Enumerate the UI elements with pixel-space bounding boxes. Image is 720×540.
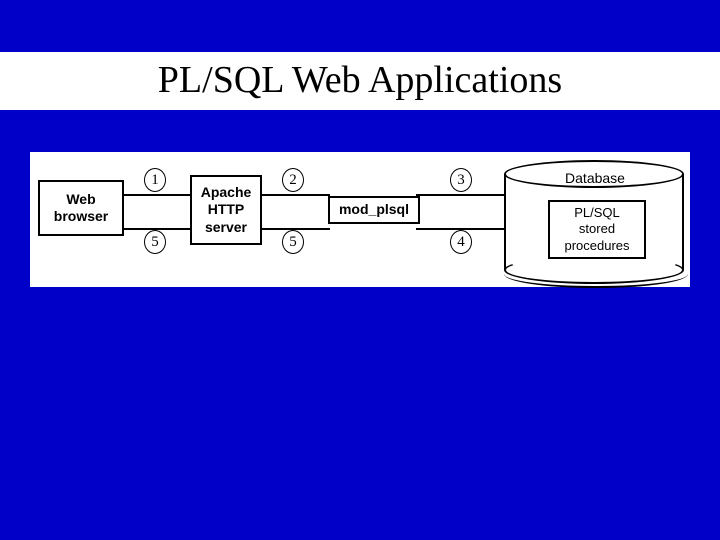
apache-label: ApacheHTTPserver xyxy=(201,184,252,237)
web-browser-box: Webbrowser xyxy=(38,180,124,236)
database-label: Database xyxy=(504,170,686,186)
architecture-diagram: Webbrowser ApacheHTTPserver mod_plsql 1 … xyxy=(30,152,690,287)
step-1: 1 xyxy=(144,168,166,192)
step-4: 4 xyxy=(450,230,472,254)
connector-line xyxy=(120,194,192,196)
plsql-stored-procedures-label: PL/SQLstoredprocedures xyxy=(564,205,629,253)
mod-plsql-box: mod_plsql xyxy=(328,196,420,224)
step-5: 5 xyxy=(144,230,166,254)
step-2: 2 xyxy=(282,168,304,192)
connector-line xyxy=(258,194,330,196)
web-browser-label: Webbrowser xyxy=(54,191,108,226)
plsql-stored-procedures-box: PL/SQLstoredprocedures xyxy=(548,200,646,259)
step-3: 3 xyxy=(450,168,472,192)
connector-line xyxy=(416,194,510,196)
page-title: PL/SQL Web Applications xyxy=(0,52,720,110)
apache-http-server-box: ApacheHTTPserver xyxy=(190,175,262,245)
database-cylinder: Database PL/SQLstoredprocedures xyxy=(504,160,686,282)
mod-plsql-label: mod_plsql xyxy=(339,201,409,219)
step-5: 5 xyxy=(282,230,304,254)
